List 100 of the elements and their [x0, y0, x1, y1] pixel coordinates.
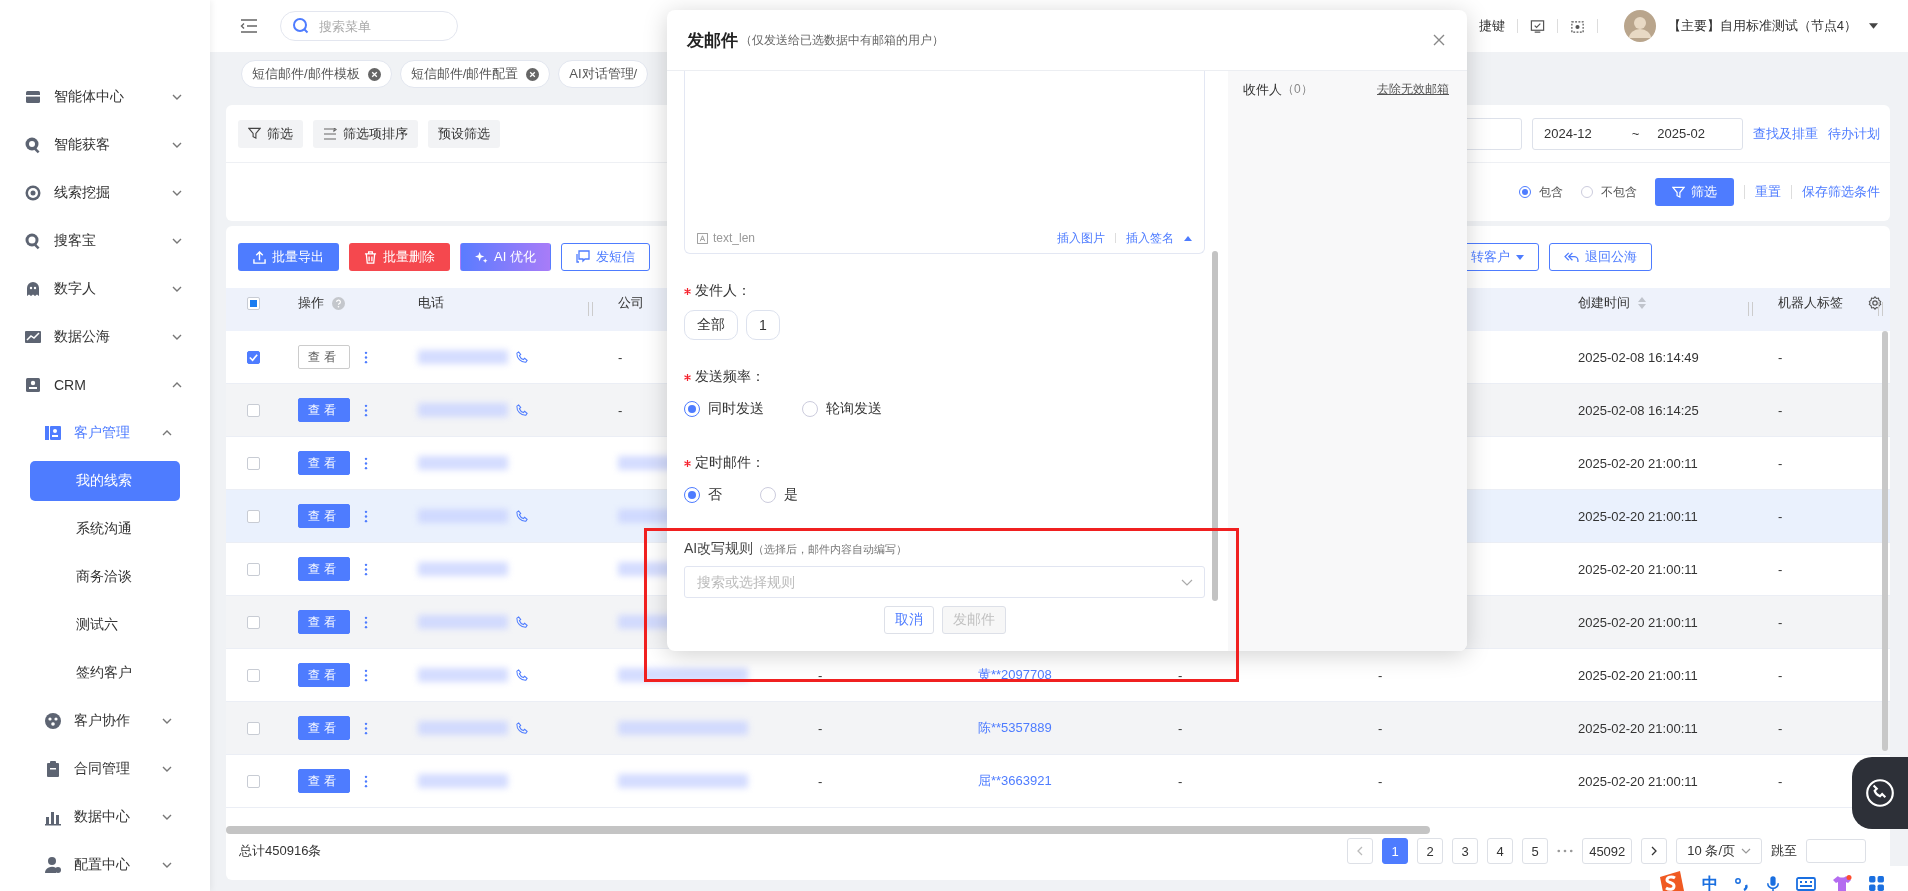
page-tab[interactable]: 短信邮件/邮件配置	[399, 60, 551, 88]
close-icon[interactable]	[526, 67, 540, 81]
page-button[interactable]: 3	[1452, 838, 1479, 864]
grid-icon[interactable]	[1868, 875, 1885, 891]
more-icon[interactable]	[364, 721, 368, 735]
close-icon[interactable]	[1433, 34, 1445, 46]
reset-link[interactable]: 重置	[1755, 183, 1781, 201]
page-button[interactable]: 5	[1522, 838, 1549, 864]
cancel-button[interactable]: 取消	[883, 606, 934, 634]
view-button[interactable]: 查看	[298, 716, 350, 740]
view-button[interactable]: 查看	[298, 769, 350, 793]
nav-item[interactable]: 客户协作	[0, 697, 210, 745]
nav-item[interactable]: 智能获客	[0, 121, 210, 169]
search-field[interactable]: 搜索菜单	[280, 11, 458, 41]
toolbar-button[interactable]: 退回公海	[1549, 243, 1652, 271]
save-filter-link[interactable]: 保存筛选条件	[1802, 183, 1880, 201]
nav-item[interactable]: 系统沟通	[30, 509, 180, 549]
action-link[interactable]: 查找及排重	[1753, 124, 1818, 143]
filter-button[interactable]: 筛选项排序	[313, 119, 418, 148]
more-icon[interactable]	[364, 509, 368, 523]
view-button[interactable]: 查看	[298, 610, 350, 634]
screenshot-icon[interactable]	[1569, 18, 1585, 34]
page-tab[interactable]: AI对话管理/	[558, 60, 649, 88]
page-size-select[interactable]: 10 条/页	[1676, 838, 1762, 864]
nav-item[interactable]: 配置中心	[0, 841, 210, 889]
scrollbar[interactable]	[226, 826, 1430, 834]
phone-icon[interactable]	[516, 722, 528, 734]
page-button[interactable]: 2	[1417, 838, 1444, 864]
scrollbar[interactable]	[1882, 331, 1888, 751]
filter-button[interactable]: 预设筛选	[428, 119, 500, 148]
row-checkbox[interactable]	[246, 456, 260, 470]
close-icon[interactable]	[367, 67, 381, 81]
nav-item[interactable]: 数据中心	[0, 793, 210, 841]
more-icon[interactable]	[364, 456, 368, 470]
caret-icon[interactable]	[1869, 23, 1878, 29]
row-checkbox[interactable]	[246, 509, 260, 523]
avatar[interactable]	[1623, 10, 1656, 42]
phone-icon[interactable]	[516, 510, 528, 522]
filter-button[interactable]: 筛选	[1655, 178, 1734, 206]
account-name[interactable]: 【主要】自用标准测试（节点4）	[1667, 17, 1857, 35]
filter-button[interactable]: 筛选	[238, 119, 303, 148]
action-link[interactable]: 待办计划	[1828, 124, 1880, 143]
row-checkbox[interactable]	[246, 721, 260, 735]
phone-icon[interactable]	[516, 669, 528, 681]
contact-link[interactable]: 陈**5357889	[978, 719, 1052, 737]
nav-item[interactable]: 数据公海	[0, 313, 210, 361]
rule-select[interactable]: 搜索或选择规则	[684, 566, 1205, 598]
caret-up-icon[interactable]	[1184, 235, 1192, 241]
insert-signature-link[interactable]: 插入签名	[1126, 229, 1174, 247]
toolbar-button[interactable]: 批量导出	[238, 243, 339, 271]
nav-item[interactable]: 智能体中心	[0, 73, 210, 121]
radio-option[interactable]: 同时发送	[684, 400, 764, 418]
radio-option[interactable]: 不包含	[1581, 183, 1637, 201]
view-button[interactable]: 查看	[298, 345, 350, 369]
remove-invalid-link[interactable]: 去除无效邮箱	[1377, 81, 1449, 98]
row-checkbox[interactable]	[246, 562, 260, 576]
sender-option[interactable]: 全部	[684, 310, 738, 340]
contact-link[interactable]: 屈**3663921	[978, 772, 1052, 790]
insert-image-link[interactable]: 插入图片	[1057, 229, 1105, 247]
nav-item[interactable]: CRM	[0, 361, 210, 409]
nav-item[interactable]: 合同管理	[0, 745, 210, 793]
shirt-icon[interactable]	[1832, 874, 1852, 891]
more-icon[interactable]	[364, 403, 368, 417]
more-icon[interactable]	[364, 615, 368, 629]
settings-icon[interactable]	[1868, 296, 1882, 311]
radio-option[interactable]: 包含	[1519, 183, 1563, 201]
more-icon[interactable]	[364, 562, 368, 576]
row-checkbox[interactable]	[246, 774, 260, 788]
phone-icon[interactable]	[516, 404, 528, 416]
keyboard-icon[interactable]	[1796, 876, 1816, 891]
more-icon[interactable]	[364, 774, 368, 788]
view-button[interactable]: 查看	[298, 451, 350, 475]
phone-icon[interactable]	[516, 351, 528, 363]
radio-option[interactable]: 是	[760, 486, 798, 504]
monitor-icon[interactable]	[1529, 18, 1545, 34]
email-editor[interactable]: text_len 插入图片 插入签名	[684, 71, 1205, 254]
toolbar-button[interactable]: 发短信	[560, 243, 650, 271]
page-tab[interactable]: 短信邮件/邮件模板	[241, 60, 392, 88]
scrollbar[interactable]	[1212, 251, 1218, 601]
toolbar-button[interactable]: 批量删除	[349, 243, 450, 271]
page-button[interactable]: 45092	[1582, 838, 1633, 864]
view-button[interactable]: 查看	[298, 398, 350, 422]
nav-item[interactable]: 数字人	[0, 265, 210, 313]
sender-option[interactable]: 1	[746, 310, 780, 340]
radio-option[interactable]: 轮询发送	[802, 400, 882, 418]
page-button[interactable]: 4	[1487, 838, 1514, 864]
date-range-field[interactable]: 2024-12 ~ 2025-02	[1532, 117, 1743, 150]
nav-item[interactable]: 商务洽谈	[30, 557, 180, 597]
more-icon[interactable]	[364, 668, 368, 682]
radio-option[interactable]: 否	[684, 486, 722, 504]
more-icon[interactable]	[364, 350, 368, 364]
nav-item[interactable]: 搜客宝	[0, 217, 210, 265]
row-checkbox[interactable]	[246, 403, 260, 417]
input-mode[interactable]: 中	[1702, 874, 1718, 891]
page-jump-field[interactable]	[1806, 839, 1866, 863]
nav-item[interactable]: 签约客户	[30, 653, 180, 693]
nav-item[interactable]: 测试六	[30, 605, 180, 645]
row-checkbox[interactable]	[246, 668, 260, 682]
microphone-icon[interactable]	[1766, 874, 1780, 891]
view-button[interactable]: 查看	[298, 663, 350, 687]
